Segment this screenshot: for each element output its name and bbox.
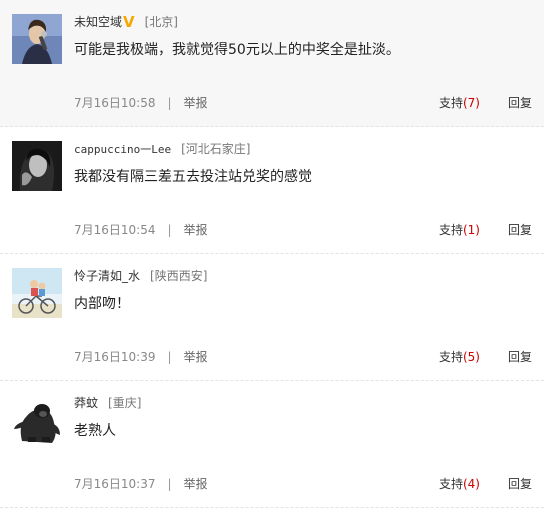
support-count: (5) (462, 350, 480, 364)
separator: | (167, 350, 172, 364)
separator: | (167, 223, 172, 237)
comment-actions: 支持(7) 回复 (439, 95, 532, 111)
comment-text: 我都没有隔三差五去投注站兑奖的感觉 (74, 169, 312, 185)
comment-footer: 7月16日10:58 | 举报 支持(7) 回复 (74, 95, 532, 111)
username[interactable]: cappuccino一Lee (74, 143, 171, 156)
support-button[interactable]: 支持(1) (439, 223, 480, 237)
comment-text: 老熟人 (74, 423, 116, 439)
support-count: (1) (462, 223, 480, 237)
support-label: 支持 (438, 350, 463, 364)
comment-item: 未知空域V [北京] 可能是我极端，我就觉得50元以上的中奖全是扯淡。 7月16日… (0, 0, 544, 127)
comment-item: cappuccino一Lee [河北石家庄] 我都没有隔三差五去投注站兑奖的感觉 … (0, 127, 544, 254)
comment-header: cappuccino一Lee [河北石家庄] (74, 141, 250, 158)
report-link[interactable]: 举报 (184, 96, 208, 110)
comment-footer: 7月16日10:37 | 举报 支持(4) 回复 (74, 476, 532, 492)
support-button[interactable]: 支持(4) (439, 477, 480, 491)
comment-time: 7月16日10:54 (74, 223, 156, 237)
support-label: 支持 (438, 477, 463, 491)
support-count: (4) (462, 477, 480, 491)
comment-item: 莽蚊 [重庆] 老熟人 7月16日10:37 | 举报 支持(4) 回复 (0, 381, 544, 508)
comment-footer: 7月16日10:39 | 举报 支持(5) 回复 (74, 349, 532, 365)
bw-portrait-avatar-icon[interactable] (12, 141, 62, 191)
support-label: 支持 (438, 223, 463, 237)
bicycle-couple-avatar-icon[interactable] (12, 268, 62, 318)
comment-header: 莽蚊 [重庆] (74, 395, 141, 411)
report-link[interactable]: 举报 (184, 223, 208, 237)
comment-text: 内部吻！ (74, 296, 130, 312)
location-tag: [陕西西安] (150, 269, 208, 283)
support-label: 支持 (438, 96, 463, 110)
comment-time: 7月16日10:39 (74, 350, 156, 364)
location-tag: [河北石家庄] (181, 142, 251, 156)
location-tag: [北京] (144, 15, 178, 29)
separator: | (167, 96, 172, 110)
gorilla-avatar-icon[interactable] (12, 395, 62, 445)
comment-time: 7月16日10:37 (74, 477, 156, 491)
comment-header: 未知空域V [北京] (74, 14, 178, 30)
musician-avatar-icon[interactable] (12, 14, 62, 64)
reply-button[interactable]: 回复 (508, 223, 532, 237)
comment-actions: 支持(1) 回复 (439, 222, 532, 238)
comment-text: 可能是我极端，我就觉得50元以上的中奖全是扯淡。 (74, 42, 400, 58)
support-button[interactable]: 支持(5) (439, 350, 480, 364)
username[interactable]: 未知空域 (74, 15, 122, 29)
report-link[interactable]: 举报 (184, 477, 208, 491)
support-button[interactable]: 支持(7) (439, 96, 480, 110)
verified-badge-icon: V (123, 13, 135, 31)
comment-actions: 支持(5) 回复 (439, 349, 532, 365)
comment-actions: 支持(4) 回复 (439, 476, 532, 492)
comment-time: 7月16日10:58 (74, 96, 156, 110)
username[interactable]: 怜子清如_水 (74, 269, 140, 283)
username[interactable]: 莽蚊 (74, 396, 98, 410)
support-count: (7) (462, 96, 480, 110)
reply-button[interactable]: 回复 (508, 350, 532, 364)
comment-header: 怜子清如_水 [陕西西安] (74, 268, 207, 284)
comment-footer: 7月16日10:54 | 举报 支持(1) 回复 (74, 222, 532, 238)
reply-button[interactable]: 回复 (508, 96, 532, 110)
separator: | (167, 477, 172, 491)
reply-button[interactable]: 回复 (508, 477, 532, 491)
report-link[interactable]: 举报 (184, 350, 208, 364)
comment-item: 怜子清如_水 [陕西西安] 内部吻！ 7月16日10:39 | 举报 支持(5) 回复 (0, 254, 544, 381)
location-tag: [重庆] (108, 396, 142, 410)
